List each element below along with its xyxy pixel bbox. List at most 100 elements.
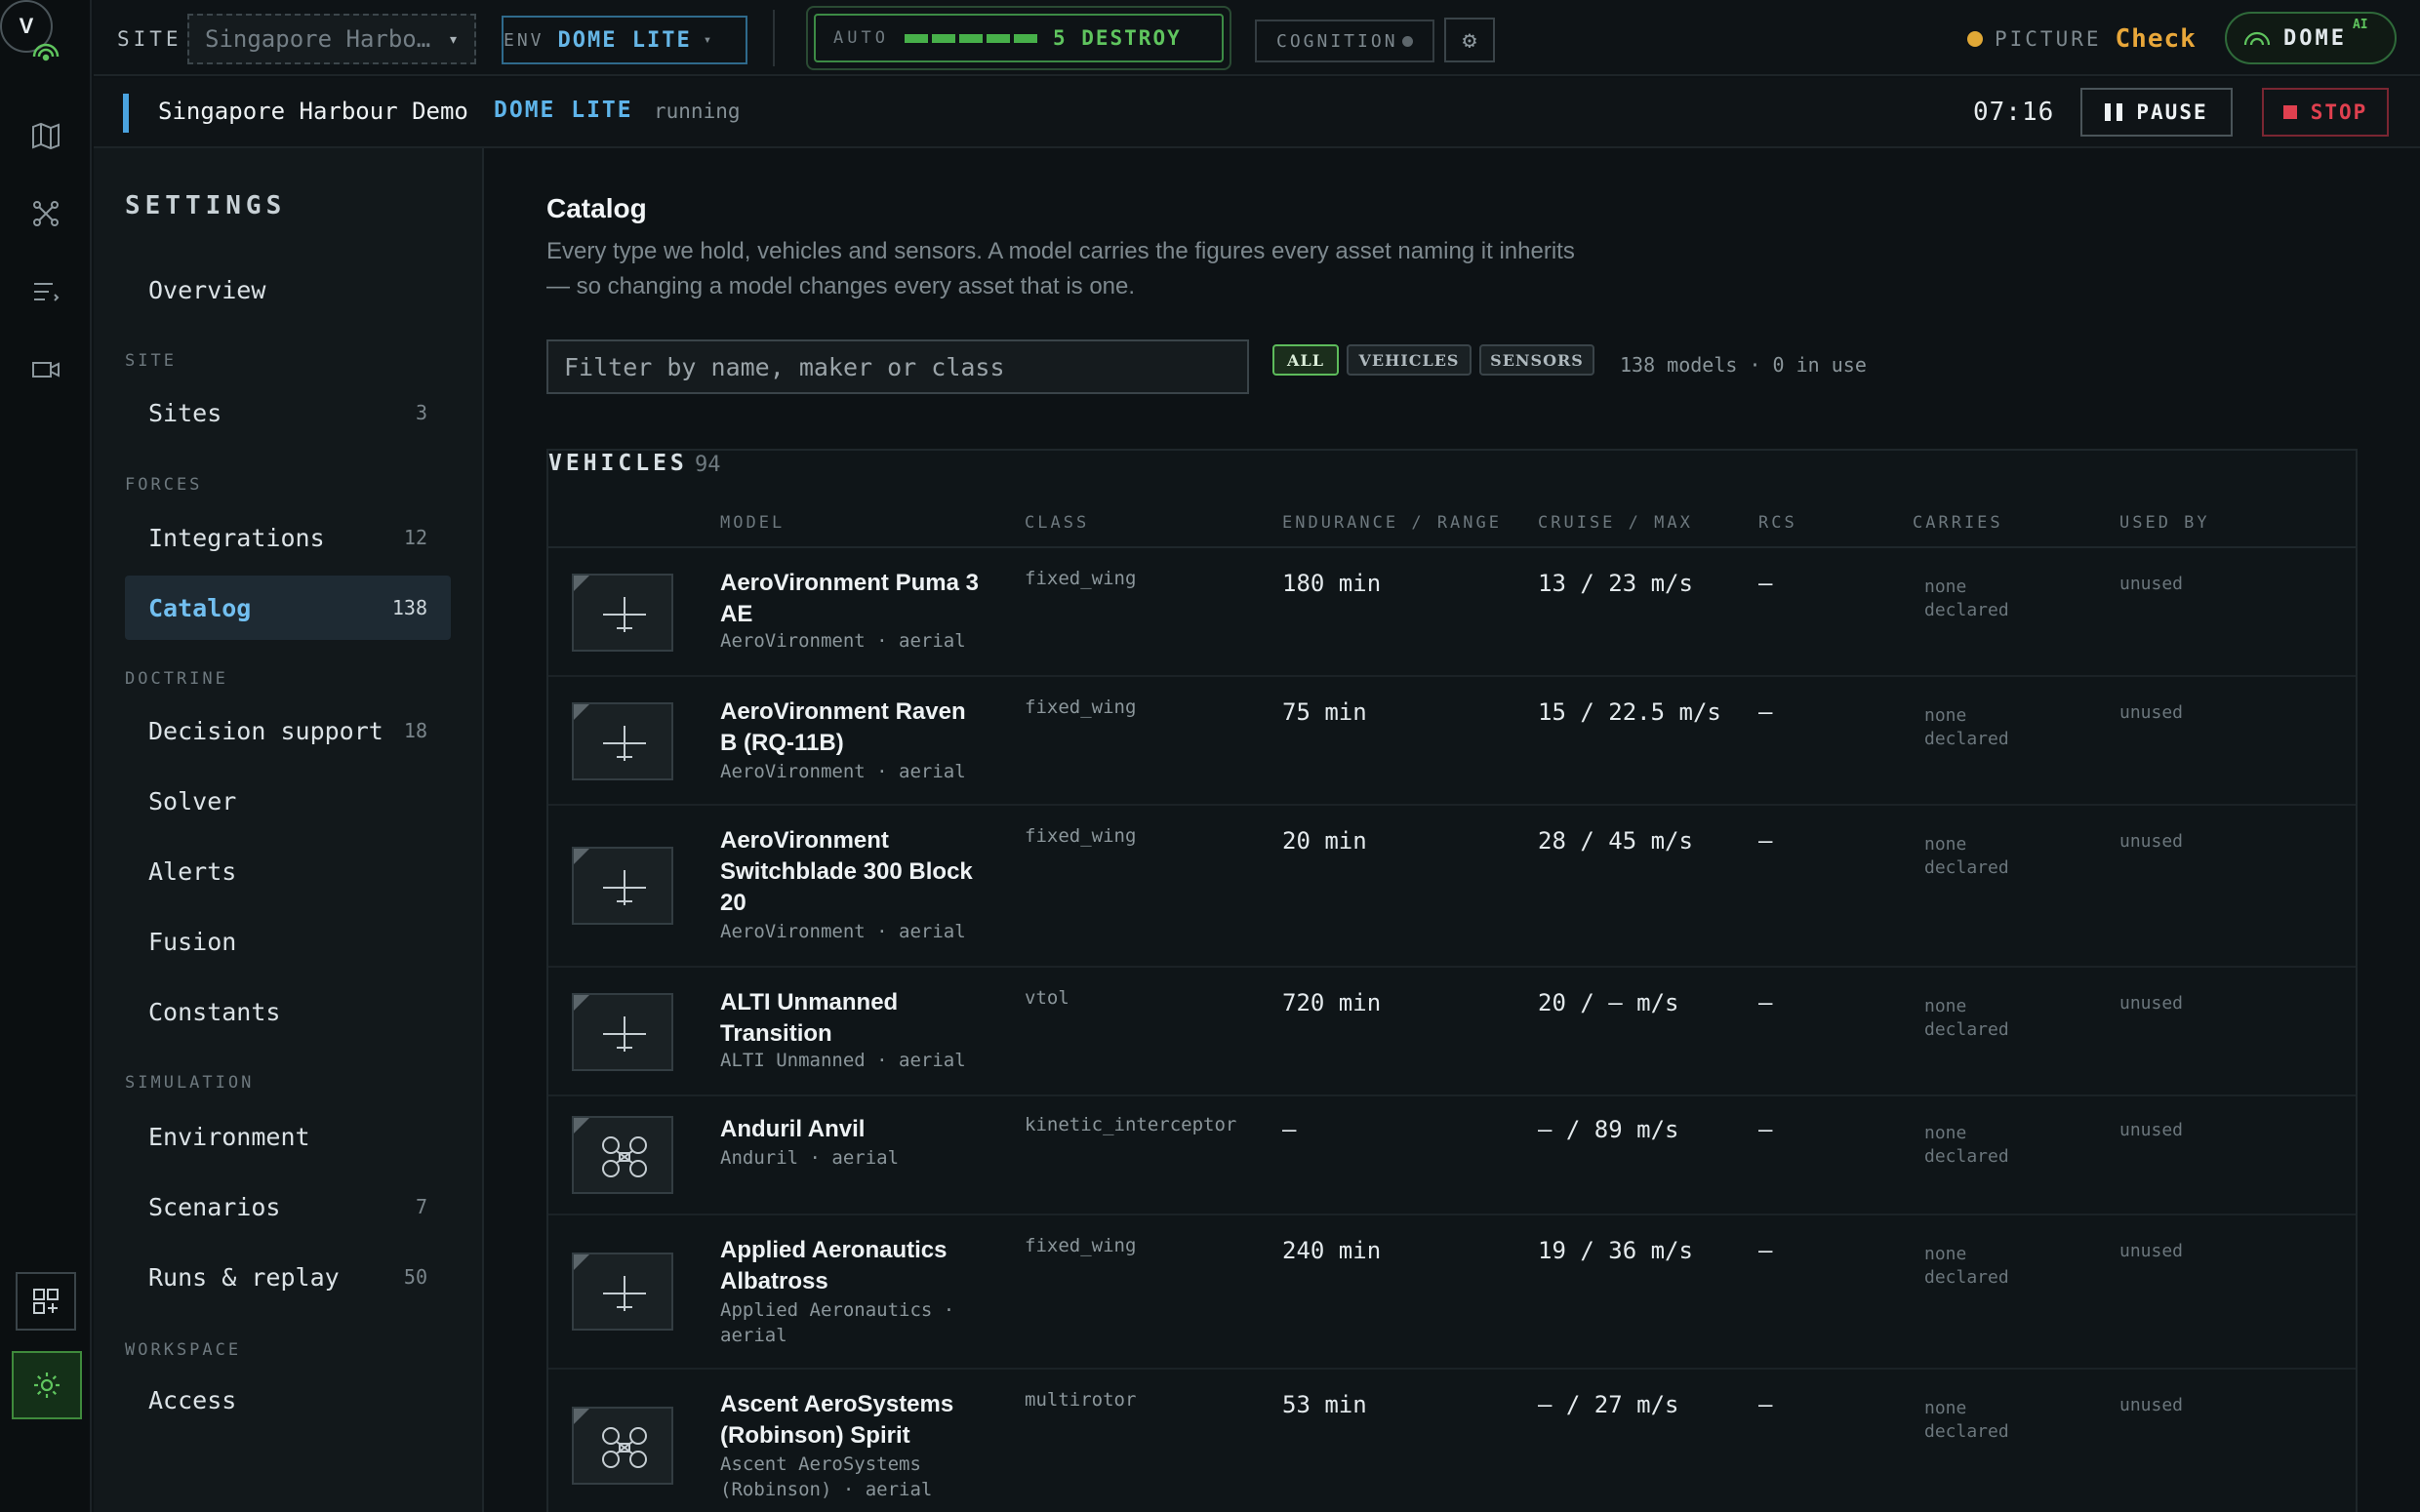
sidebar-item-constants[interactable]: Constants bbox=[125, 979, 451, 1044]
model-class: kinetic_interceptor bbox=[1025, 1114, 1237, 1135]
model-maker: Ascent AeroSystems (Robinson) · aerial bbox=[720, 1453, 933, 1500]
sidebar-item-decision-support[interactable]: Decision support 18 bbox=[125, 698, 451, 763]
column-header-carries[interactable]: CARRIES bbox=[1913, 513, 2003, 533]
env-value: DOME LITE bbox=[557, 27, 692, 53]
model-carries: none declared bbox=[1924, 577, 2009, 620]
picture-value: Check bbox=[2115, 24, 2197, 54]
filter-input[interactable] bbox=[546, 339, 1249, 394]
filter-sensors-button[interactable]: SENSORS bbox=[1479, 344, 1594, 376]
table-row[interactable]: ALTI Unmanned Transition ALTI Unmanned ·… bbox=[548, 968, 2356, 1096]
stop-button[interactable]: STOP bbox=[2262, 88, 2389, 137]
model-name: Applied Aeronautics Albatross bbox=[720, 1237, 948, 1294]
sidebar-item-count: 138 bbox=[391, 596, 427, 619]
model-rcs: — bbox=[1758, 989, 1773, 1016]
model-class: fixed_wing bbox=[1025, 825, 1137, 847]
table-title: VEHICLES bbox=[548, 451, 688, 476]
dome-logo-icon bbox=[2243, 31, 2271, 46]
sidebar-item-solver[interactable]: Solver bbox=[125, 769, 451, 833]
dome-logo-icon[interactable] bbox=[23, 29, 68, 74]
sidebar-item-runs-replay[interactable]: Runs & replay 50 bbox=[125, 1245, 451, 1309]
dome-ai-button[interactable]: DOME AI bbox=[2225, 12, 2397, 64]
sidebar-item-count: 7 bbox=[415, 1195, 427, 1218]
model-rcs: — bbox=[1758, 1391, 1773, 1418]
table-row[interactable]: AeroVironment Switchblade 300 Block 20 A… bbox=[548, 806, 2356, 968]
table-row[interactable]: Applied Aeronautics Albatross Applied Ae… bbox=[548, 1215, 2356, 1370]
model-name: ALTI Unmanned Transition bbox=[720, 989, 899, 1047]
column-header-endurance[interactable]: ENDURANCE / RANGE bbox=[1282, 513, 1502, 533]
model-rcs: — bbox=[1758, 698, 1773, 726]
table-row[interactable]: Ascent AeroSystems (Robinson) Spirit Asc… bbox=[548, 1370, 2356, 1512]
env-select[interactable]: ENV DOME LITE ▾ bbox=[502, 16, 747, 64]
sidebar-item-alerts[interactable]: Alerts bbox=[125, 839, 451, 903]
model-cruise: 20 / — m/s bbox=[1538, 989, 1679, 1016]
model-maker: AeroVironment · aerial bbox=[720, 921, 966, 942]
autonomy-label: AUTO bbox=[833, 28, 889, 48]
catalog-panel: Catalog Every type we hold, vehicles and… bbox=[486, 148, 2420, 1512]
picture-status[interactable]: PICTURE Check bbox=[1967, 16, 2197, 62]
sidebar-item-scenarios[interactable]: Scenarios 7 bbox=[125, 1174, 451, 1239]
model-rcs: — bbox=[1758, 570, 1773, 597]
sidebar-item-label: Environment bbox=[148, 1122, 310, 1151]
sidebar-item-label: Access bbox=[148, 1385, 237, 1414]
section-simulation: SIMULATION bbox=[125, 1073, 255, 1093]
settings-gear-icon[interactable] bbox=[12, 1351, 82, 1419]
cognition-toggle[interactable]: COGNITION bbox=[1255, 20, 1434, 62]
filter-all-button[interactable]: ALL bbox=[1272, 344, 1339, 376]
column-header-model[interactable]: MODEL bbox=[720, 513, 785, 533]
column-header-rcs[interactable]: RCS bbox=[1758, 513, 1797, 533]
model-name: AeroVironment Switchblade 300 Block 20 bbox=[720, 827, 973, 916]
filter-vehicles-button[interactable]: VEHICLES bbox=[1347, 344, 1472, 376]
model-carries: none declared bbox=[1924, 705, 2009, 749]
model-used-by: unused bbox=[2119, 993, 2184, 1014]
model-class: vtol bbox=[1025, 987, 1069, 1009]
map-icon[interactable] bbox=[23, 113, 68, 158]
model-carries: none declared bbox=[1924, 1398, 2009, 1442]
table-row[interactable]: AeroVironment Puma 3 AE AeroVironment · … bbox=[548, 548, 2356, 677]
table-row[interactable]: AeroVironment Raven B (RQ-11B) AeroViron… bbox=[548, 677, 2356, 806]
model-endurance: 240 min bbox=[1282, 1237, 1382, 1264]
model-thumbnail bbox=[572, 1253, 673, 1331]
site-select-value: Singapore Harbo… bbox=[205, 25, 431, 53]
model-name: Ascent AeroSystems (Robinson) Spirit bbox=[720, 1391, 954, 1449]
section-workspace: WORKSPACE bbox=[125, 1340, 242, 1360]
sidebar-item-integrations[interactable]: Integrations 12 bbox=[125, 505, 451, 570]
sidebar-item-fusion[interactable]: Fusion bbox=[125, 909, 451, 974]
video-icon[interactable] bbox=[23, 347, 68, 392]
model-carries: none declared bbox=[1924, 1244, 2009, 1288]
sidebar-item-sites[interactable]: Sites 3 bbox=[125, 380, 451, 445]
sidebar-item-label: Sites bbox=[148, 398, 222, 427]
sidebar-item-count: 18 bbox=[403, 719, 427, 742]
table-row[interactable]: Anduril Anvil Anduril · aerial kinetic_i… bbox=[548, 1096, 2356, 1215]
sidebar-item-overview[interactable]: Overview bbox=[125, 258, 451, 322]
column-header-used-by[interactable]: USED BY bbox=[2119, 513, 2210, 533]
model-endurance: 20 min bbox=[1282, 827, 1367, 855]
site-select[interactable]: Singapore Harbo… ▾ bbox=[187, 14, 476, 64]
table-count: 94 bbox=[695, 453, 721, 477]
model-cruise: 28 / 45 m/s bbox=[1538, 827, 1693, 855]
pause-button[interactable]: PAUSE bbox=[2080, 88, 2233, 137]
model-endurance: 75 min bbox=[1282, 698, 1367, 726]
gear-icon[interactable]: ⚙ bbox=[1444, 18, 1495, 62]
ai-badge: AI bbox=[2352, 17, 2368, 32]
sidebar-item-access[interactable]: Access bbox=[125, 1368, 451, 1432]
list-sort-icon[interactable] bbox=[23, 269, 68, 314]
model-used-by: unused bbox=[2119, 1241, 2184, 1261]
model-cruise: — / 89 m/s bbox=[1538, 1116, 1679, 1143]
add-widget-icon[interactable] bbox=[16, 1272, 76, 1331]
cognition-status-dot bbox=[1402, 35, 1413, 47]
network-icon[interactable] bbox=[23, 191, 68, 236]
column-header-cruise[interactable]: CRUISE / MAX bbox=[1538, 513, 1693, 533]
model-used-by: unused bbox=[2119, 1395, 2184, 1415]
fixed-wing-icon bbox=[603, 870, 646, 905]
model-maker: Anduril · aerial bbox=[720, 1147, 900, 1169]
sidebar-item-catalog[interactable]: Catalog 138 bbox=[125, 576, 451, 640]
column-header-class[interactable]: CLASS bbox=[1025, 513, 1089, 533]
model-thumbnail bbox=[572, 1116, 673, 1194]
model-class: fixed_wing bbox=[1025, 1235, 1137, 1256]
model-rcs: — bbox=[1758, 827, 1773, 855]
autonomy-control[interactable]: AUTO 5 DESTROY bbox=[806, 6, 1231, 70]
sidebar-item-environment[interactable]: Environment bbox=[125, 1104, 451, 1169]
picture-label: PICTURE bbox=[1995, 27, 2102, 51]
chevron-down-icon: ▾ bbox=[703, 32, 712, 48]
fixed-wing-icon bbox=[603, 1276, 646, 1311]
